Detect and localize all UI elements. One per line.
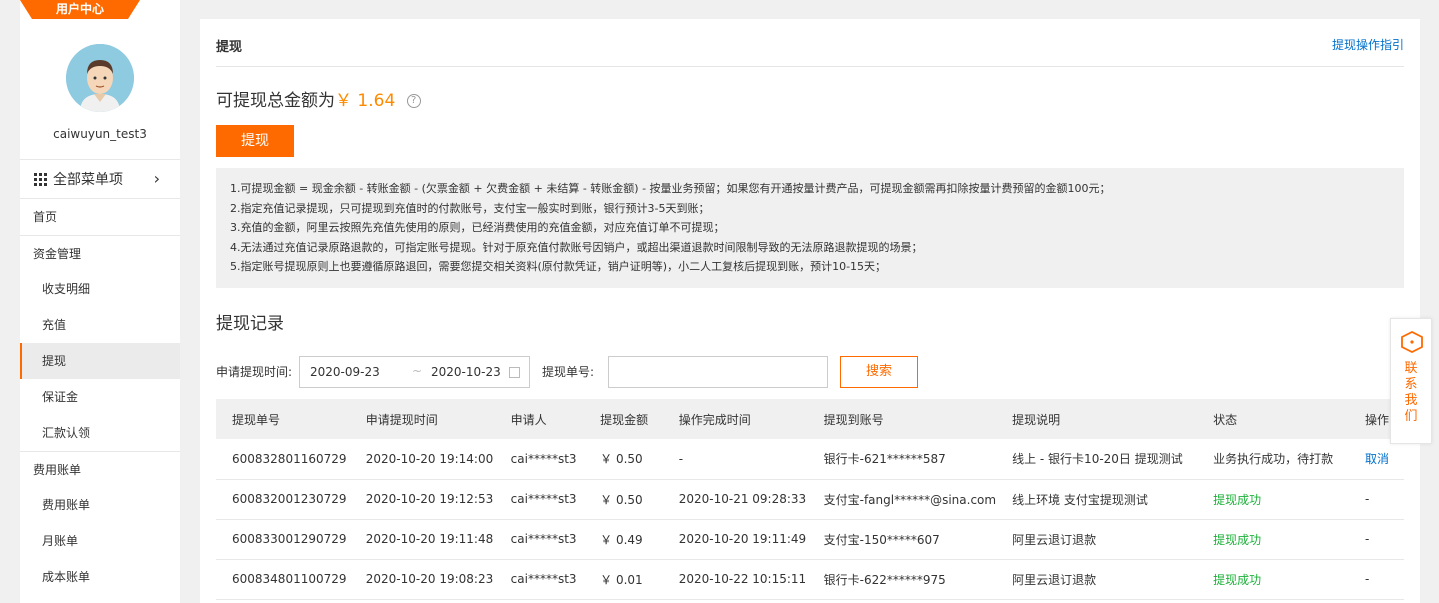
cancel-link[interactable]: 取消 — [1349, 439, 1404, 479]
col-header: 提现到账号 — [823, 412, 884, 427]
status-cell: 提现成功 — [1213, 572, 1262, 587]
sidebar-item-remittance[interactable]: 汇款认领 — [20, 415, 180, 451]
col-header: 状态 — [1213, 412, 1238, 427]
col-header: 提现金额 — [600, 412, 649, 427]
help-icon[interactable]: ? — [406, 94, 421, 108]
chat-icon — [1401, 331, 1423, 353]
search-button[interactable]: 搜索 — [840, 356, 918, 388]
user-profile: caiwuyun_test3 — [20, 0, 180, 160]
sidebar-item-cost-bill[interactable]: 成本账单 — [20, 559, 180, 595]
calendar-icon[interactable] — [509, 367, 520, 378]
cell: 2020-10-20 19:11:49 — [678, 532, 807, 546]
all-menu-label: 全部菜单项 — [53, 172, 123, 188]
cell: ￥ 0.49 — [600, 532, 643, 547]
note-line: 4.无法通过充值记录原路退款的，可指定账号提现。针对于原充值付款账号因销户，或超… — [230, 240, 923, 254]
cell: - — [1364, 572, 1370, 586]
col-header: 操作完成时间 — [678, 412, 751, 427]
date-start[interactable]: 2020-09-23 — [310, 365, 380, 379]
all-menu-button[interactable]: 全部菜单项 › — [20, 160, 180, 199]
cell: - — [1364, 492, 1370, 506]
col-header: 提现单号 — [232, 412, 281, 427]
cell: 2020-10-21 09:28:33 — [678, 492, 807, 506]
contact-label: 联系我们 — [1404, 361, 1418, 424]
order-number-input[interactable] — [608, 356, 828, 388]
cell: cai*****st3 — [510, 532, 577, 546]
total-amount: ￥ 1.64 — [335, 91, 396, 111]
date-separator: ~ — [412, 364, 423, 378]
cell: 阿里云退订退款 — [1012, 532, 1097, 547]
col-header: 申请提现时间 — [365, 412, 438, 427]
sidebar-item-deposit[interactable]: 保证金 — [20, 379, 180, 415]
sidebar-item-transactions[interactable]: 收支明细 — [20, 271, 180, 307]
sidebar-item-bills[interactable]: 费用账单 — [20, 487, 180, 523]
user-center-banner: 用户中心 — [20, 0, 140, 19]
status-cell: 提现成功 — [1213, 492, 1262, 507]
cell: 银行卡-622******975 — [823, 572, 946, 587]
sidebar-section-funds[interactable]: 资金管理 — [20, 235, 180, 271]
status-cell: 业务执行成功，待打款 — [1213, 452, 1334, 467]
cell: 2020-10-20 19:08:23 — [365, 572, 494, 586]
note-line: 3.充值的金额，阿里云按照先充值先使用的原则，已经消费使用的充值金额，对应充值订… — [230, 221, 725, 234]
grid-icon — [34, 172, 47, 186]
sidebar: caiwuyun_test3 全部菜单项 › 首页 资金管理 收支明细 充值 提… — [20, 0, 180, 603]
cell: - — [1364, 532, 1370, 546]
guide-link[interactable]: 提现操作指引 — [1332, 36, 1404, 53]
main-panel: 提现 提现操作指引 可提现总金额为￥ 1.64 ? 提现 1.可提现金额 = 现… — [200, 19, 1420, 603]
cell: ￥ 0.01 — [600, 572, 643, 587]
cell: 支付宝-fangl******@sina.com — [823, 492, 997, 507]
cell: 600832801160729 — [232, 451, 347, 466]
date-range-picker[interactable]: 2020-09-23 ~ 2020-10-23 — [299, 356, 530, 388]
chevron-right-icon: › — [153, 169, 160, 188]
order-filter-label: 提现单号: — [542, 365, 595, 379]
cell: 2020-10-22 10:15:11 — [678, 572, 807, 586]
cell: cai*****st3 — [510, 572, 577, 586]
sidebar-nav: 首页 资金管理 收支明细 充值 提现 保证金 汇款认领 费用账单 费用账单 月账… — [20, 199, 180, 595]
divider — [216, 66, 1404, 67]
cell: 阿里云退订退款 — [1012, 572, 1097, 587]
withdraw-records-table: 提现单号 申请提现时间 申请人 提现金额 操作完成时间 提现到账号 提现说明 状… — [216, 399, 1404, 600]
cell: 600833001290729 — [232, 532, 347, 546]
table-row: 600834801100729 2020-10-20 19:08:23 cai*… — [216, 559, 1404, 599]
sidebar-section-billing[interactable]: 费用账单 — [20, 451, 180, 487]
cell: - — [678, 451, 684, 466]
cell: cai*****st3 — [510, 451, 577, 466]
cell: 线上 - 银行卡10-20日 提现测试 — [1012, 452, 1183, 467]
date-end[interactable]: 2020-10-23 — [431, 365, 501, 379]
table-row: 600832801160729 2020-10-20 19:14:00 cai*… — [216, 439, 1404, 479]
col-header: 申请人 — [510, 412, 547, 427]
cell: ￥ 0.50 — [600, 452, 643, 467]
username: caiwuyun_test3 — [53, 127, 147, 141]
records-title: 提现记录 — [216, 314, 284, 334]
col-header: 提现说明 — [1012, 412, 1061, 427]
contact-us-button[interactable]: 联系我们 — [1390, 318, 1432, 444]
table-header: 提现单号 申请提现时间 申请人 提现金额 操作完成时间 提现到账号 提现说明 状… — [216, 399, 1404, 439]
cell: 2020-10-20 19:11:48 — [365, 532, 494, 546]
cell: cai*****st3 — [510, 492, 577, 506]
cell: 2020-10-20 19:12:53 — [365, 492, 494, 506]
sidebar-item-monthly-bill[interactable]: 月账单 — [20, 523, 180, 559]
status-cell: 提现成功 — [1213, 532, 1262, 547]
cell: 线上环境 支付宝提现测试 — [1012, 492, 1148, 507]
note-line: 1.可提现金额 = 现金余额 - 转账金额 - (欠票金额 + 欠费金额 + 未… — [230, 182, 1111, 195]
total-label: 可提现总金额为 — [216, 91, 335, 111]
notes-box: 1.可提现金额 = 现金余额 - 转账金额 - (欠票金额 + 欠费金额 + 未… — [216, 168, 1404, 288]
withdrawable-total: 可提现总金额为￥ 1.64 ? — [216, 86, 421, 111]
sidebar-item-recharge[interactable]: 充值 — [20, 307, 180, 343]
sidebar-item-withdraw[interactable]: 提现 — [20, 343, 180, 379]
note-line: 2.指定充值记录提现，只可提现到充值时的付款账号，支付宝一般实时到账，银行预计3… — [230, 201, 710, 215]
avatar[interactable] — [66, 44, 134, 112]
time-filter-label: 申请提现时间: — [216, 365, 293, 379]
cell: 600834801100729 — [232, 572, 347, 586]
cell: 支付宝-150*****607 — [823, 532, 940, 547]
sidebar-item-home[interactable]: 首页 — [20, 199, 180, 235]
withdraw-button[interactable]: 提现 — [216, 125, 294, 157]
note-line: 5.指定账号提现原则上也要遵循原路退回，需要您提交相关资料(原付款凭证，销户证明… — [230, 260, 887, 273]
cell: 2020-10-20 19:14:00 — [365, 451, 494, 466]
table-row: 600833001290729 2020-10-20 19:11:48 cai*… — [216, 519, 1404, 559]
table-row: 600832001230729 2020-10-20 19:12:53 cai*… — [216, 479, 1404, 519]
cell: 银行卡-621******587 — [823, 452, 946, 467]
cell: 600832001230729 — [232, 492, 347, 506]
page-title: 提现 — [216, 40, 243, 55]
cell: ￥ 0.50 — [600, 492, 643, 507]
